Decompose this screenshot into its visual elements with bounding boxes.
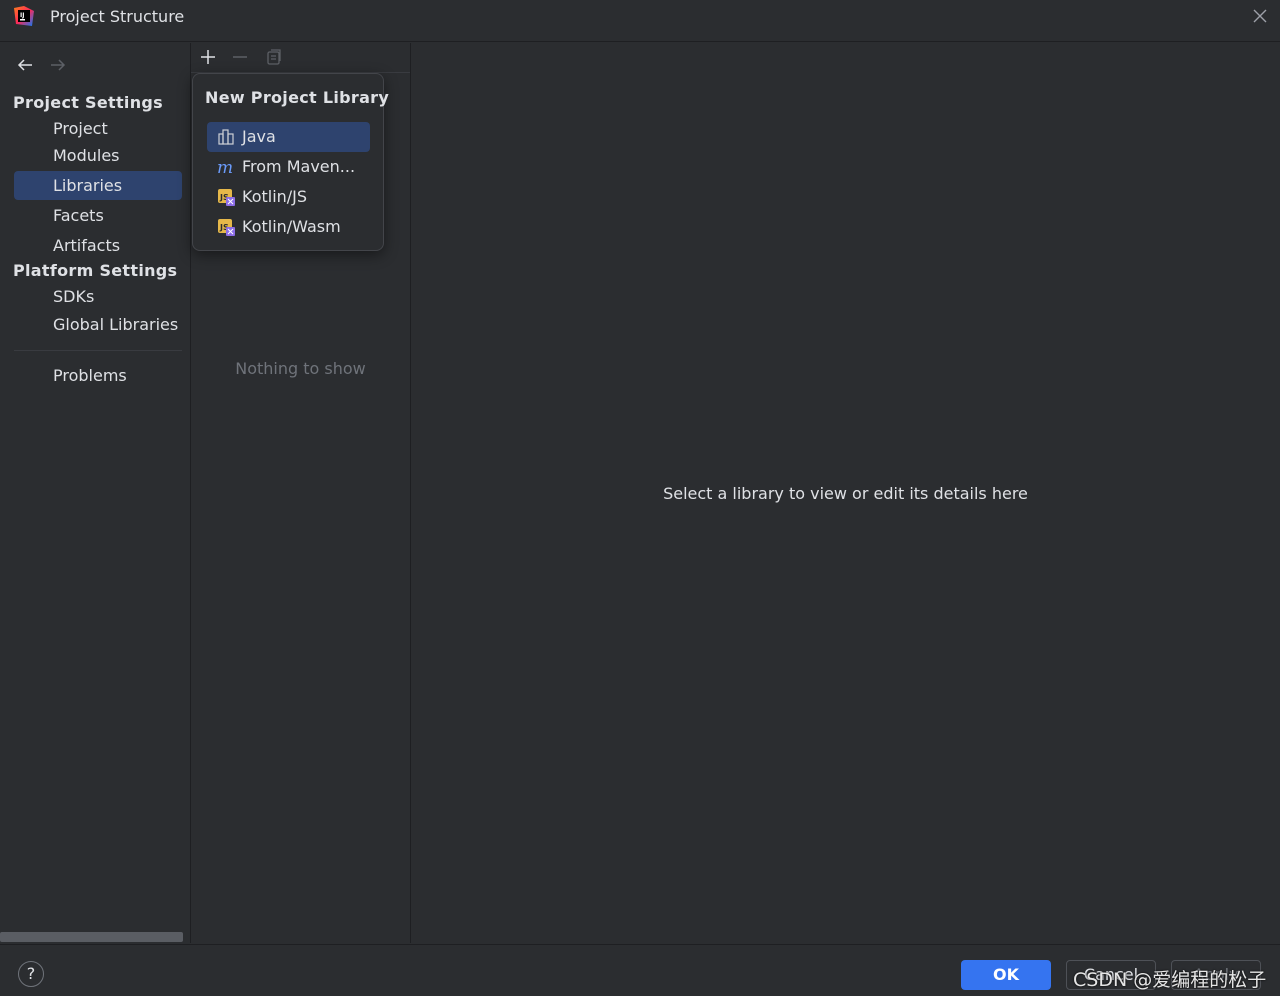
plus-icon[interactable] [198, 47, 218, 67]
platform-settings-header: Platform Settings [13, 261, 178, 280]
popup-item-label: Java [242, 127, 276, 146]
empty-list-text: Nothing to show [235, 359, 366, 378]
copy-icon[interactable] [264, 47, 284, 67]
library-details-panel: Select a library to view or edit its det… [411, 43, 1280, 943]
kotlin-js-icon: JS [218, 189, 235, 206]
sidebar-item-project[interactable]: Project [14, 114, 182, 143]
cancel-button[interactable]: Cancel [1066, 960, 1156, 990]
details-hint-text: Select a library to view or edit its det… [663, 484, 1028, 503]
ok-button[interactable]: OK [961, 960, 1051, 990]
sidebar-divider [14, 350, 182, 351]
sidebar-item-facets[interactable]: Facets [14, 201, 182, 230]
popup-item-label: Kotlin/JS [242, 187, 308, 206]
libraries-toolbar [191, 43, 410, 73]
library-icon [218, 129, 234, 145]
sidebar-item-sdks[interactable]: SDKs [14, 282, 182, 311]
svg-text:IJ: IJ [20, 12, 24, 19]
popup-item-label: From Maven... [242, 157, 356, 176]
apply-button[interactable]: Apply [1171, 960, 1261, 990]
dialog-footer: ? OK Cancel Apply CSDN @爱编程的松子 [0, 944, 1280, 996]
minus-icon[interactable] [230, 47, 250, 67]
project-structure-window: IJ Project Structure Project Settings Pr… [0, 0, 1280, 996]
sidebar-item-problems[interactable]: Problems [14, 361, 182, 390]
maven-icon: m [217, 158, 233, 176]
kotlin-wasm-icon: JS [218, 219, 235, 236]
popup-item-kotlin-wasm[interactable]: JS Kotlin/Wasm [207, 212, 370, 242]
popup-item-kotlin-js[interactable]: JS Kotlin/JS [207, 182, 370, 212]
arrow-right-icon[interactable] [48, 55, 68, 75]
window-title: Project Structure [50, 7, 185, 26]
intellij-idea-icon: IJ [14, 6, 34, 26]
sidebar-item-global-libraries[interactable]: Global Libraries [14, 310, 182, 339]
settings-sidebar: Project Settings Project Modules Librari… [0, 43, 191, 943]
svg-text:m: m [217, 158, 233, 176]
popup-item-label: Kotlin/Wasm [242, 217, 341, 236]
arrow-left-icon[interactable] [15, 55, 35, 75]
sidebar-horizontal-scrollbar[interactable] [0, 932, 183, 942]
sidebar-item-artifacts[interactable]: Artifacts [14, 231, 182, 260]
help-button[interactable]: ? [18, 961, 44, 987]
new-project-library-popup: New Project Library Java m From Maven...… [192, 73, 389, 251]
popup-item-from-maven[interactable]: m From Maven... [207, 152, 370, 182]
sidebar-item-libraries[interactable]: Libraries [14, 171, 182, 200]
popup-item-java[interactable]: Java [207, 122, 370, 152]
sidebar-item-modules[interactable]: Modules [14, 141, 182, 170]
popup-title: New Project Library [205, 88, 390, 107]
title-bar: IJ Project Structure [0, 0, 1280, 42]
project-settings-header: Project Settings [13, 93, 163, 112]
close-icon[interactable] [1252, 8, 1268, 24]
